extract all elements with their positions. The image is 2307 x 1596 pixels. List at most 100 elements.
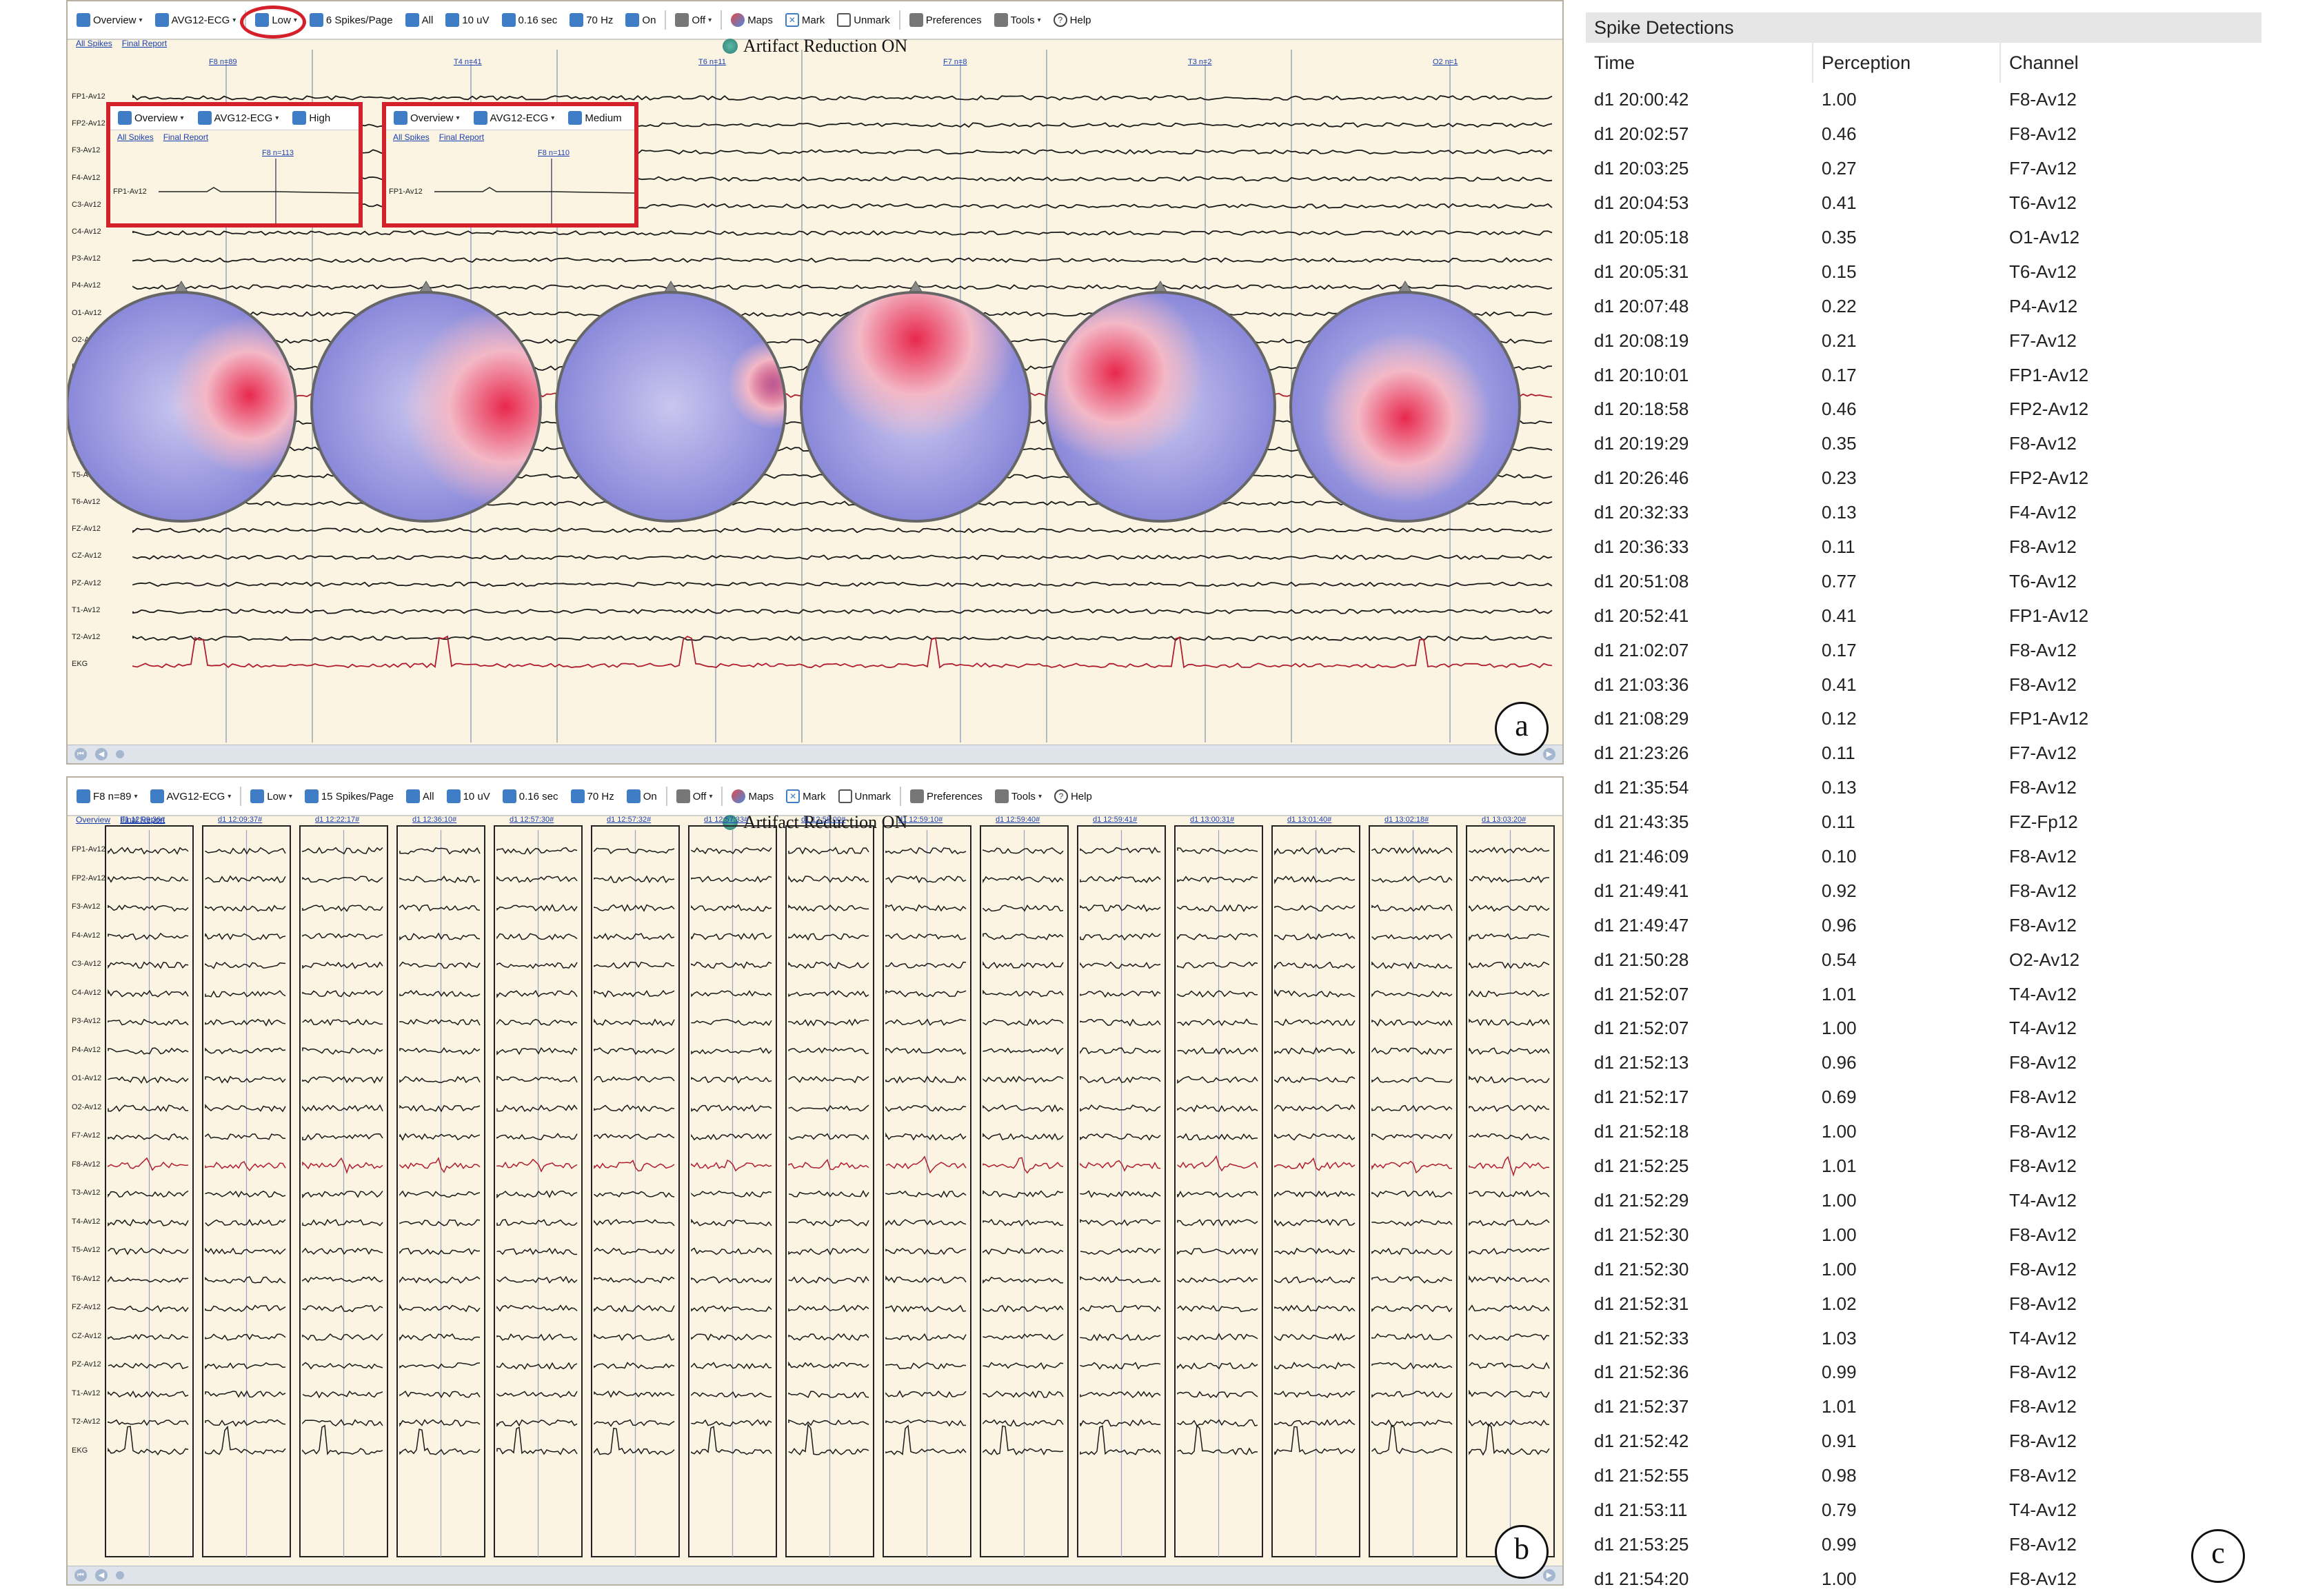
table-row[interactable]: d1 20:51:08 0.77 T6-Av12 xyxy=(1586,564,2261,598)
eeg-trace xyxy=(1469,1423,1550,1456)
eeg-trace xyxy=(885,1390,967,1398)
table-row[interactable]: d1 20:05:31 0.15 T6-Av12 xyxy=(1586,254,2261,289)
table-row[interactable]: d1 20:19:29 0.35 F8-Av12 xyxy=(1586,427,2261,461)
table-row[interactable]: d1 21:49:47 0.96 F8-Av12 xyxy=(1586,908,2261,942)
cell-channel: F8-Av12 xyxy=(2009,1293,2077,1314)
table-row[interactable]: d1 21:53:25 0.99 F8-Av12 xyxy=(1586,1527,2261,1562)
eeg-trace xyxy=(1469,1362,1550,1370)
table-row[interactable]: d1 21:08:29 0.12 FP1-Av12 xyxy=(1586,702,2261,736)
scroll-first-icon[interactable]: ⏮ xyxy=(74,1569,87,1582)
eeg-trace xyxy=(691,1133,772,1141)
table-row[interactable]: d1 21:52:37 1.01 F8-Av12 xyxy=(1586,1390,2261,1424)
table-row[interactable]: d1 20:03:25 0.27 F7-Av12 xyxy=(1586,152,2261,186)
head-map[interactable] xyxy=(310,281,542,523)
cell-perception: 1.00 xyxy=(1822,1568,1857,1589)
epoch-timestamp[interactable]: d1 12:59:10# xyxy=(898,816,943,824)
table-row[interactable]: d1 20:18:58 0.46 FP2-Av12 xyxy=(1586,392,2261,427)
table-row[interactable]: d1 21:23:26 0.11 F7-Av12 xyxy=(1586,736,2261,771)
column-header-time[interactable]: Time xyxy=(1586,43,1813,83)
epoch-timestamp[interactable]: d1 13:02:18# xyxy=(1384,816,1429,824)
table-row[interactable]: d1 21:52:31 1.02 F8-Av12 xyxy=(1586,1286,2261,1321)
table-row[interactable]: d1 21:53:11 0.79 T4-Av12 xyxy=(1586,1493,2261,1528)
scroll-first-icon[interactable]: ⏮ xyxy=(74,748,87,760)
table-row[interactable]: d1 21:52:33 1.03 T4-Av12 xyxy=(1586,1321,2261,1355)
table-row[interactable]: d1 21:52:42 0.91 F8-Av12 xyxy=(1586,1424,2261,1459)
horizontal-scrollbar[interactable]: ⏮ ◀ ▶ xyxy=(68,1566,1562,1584)
epoch-timestamp[interactable]: d1 12:22:17# xyxy=(315,816,359,824)
table-row[interactable]: d1 20:08:19 0.21 F7-Av12 xyxy=(1586,323,2261,358)
cell-time: d1 20:03:25 xyxy=(1594,158,1689,179)
head-map[interactable] xyxy=(68,281,297,523)
epoch-timestamp[interactable]: d1 13:00:31# xyxy=(1190,816,1234,824)
eeg-trace xyxy=(1371,1333,1453,1341)
epoch-timestamp[interactable]: d1 12:09:37# xyxy=(218,816,262,824)
head-map[interactable] xyxy=(1045,281,1276,523)
eeg-trace xyxy=(1080,1419,1161,1427)
epoch-timestamp[interactable]: d1 12:57:30# xyxy=(510,816,554,824)
table-row[interactable]: d1 21:52:07 1.00 T4-Av12 xyxy=(1586,1011,2261,1046)
epoch-timestamp[interactable]: d1 13:03:20# xyxy=(1482,816,1526,824)
scroll-thumb[interactable] xyxy=(116,1571,124,1579)
epoch-timestamp[interactable]: d1 12:57:32# xyxy=(607,816,651,824)
table-row[interactable]: d1 20:04:53 0.41 T6-Av12 xyxy=(1586,186,2261,221)
table-row[interactable]: d1 21:35:54 0.13 F8-Av12 xyxy=(1586,771,2261,805)
table-row[interactable]: d1 21:52:29 1.00 T4-Av12 xyxy=(1586,1184,2261,1218)
scroll-next-icon[interactable]: ▶ xyxy=(1543,1569,1555,1582)
table-row[interactable]: d1 20:02:57 0.46 F8-Av12 xyxy=(1586,117,2261,152)
scroll-next-icon[interactable]: ▶ xyxy=(1543,748,1555,760)
table-row[interactable]: d1 20:00:42 1.00 F8-Av12 xyxy=(1586,83,2261,117)
table-row[interactable]: d1 21:52:17 0.69 F8-Av12 xyxy=(1586,1080,2261,1115)
table-row[interactable]: d1 21:52:25 1.01 F8-Av12 xyxy=(1586,1149,2261,1184)
epoch-timestamp[interactable]: d1 12:09:36# xyxy=(121,816,165,824)
column-header-channel[interactable]: Channel xyxy=(2001,43,2208,83)
eeg-trace xyxy=(1177,1133,1258,1141)
column-header-perception[interactable]: Perception xyxy=(1813,43,2001,83)
cell-channel: F8-Av12 xyxy=(2009,1568,2077,1589)
epoch-timestamp[interactable]: d1 12:59:41# xyxy=(1093,816,1137,824)
table-row[interactable]: d1 20:05:18 0.35 O1-Av12 xyxy=(1586,221,2261,255)
table-row[interactable]: d1 21:46:09 0.10 F8-Av12 xyxy=(1586,840,2261,874)
eeg-trace xyxy=(302,1104,383,1112)
horizontal-scrollbar[interactable]: ⏮ ◀ ▶ xyxy=(68,745,1562,763)
table-row[interactable]: d1 20:32:33 0.13 F4-Av12 xyxy=(1586,496,2261,530)
table-row[interactable]: d1 21:03:36 0.41 F8-Av12 xyxy=(1586,667,2261,702)
table-row[interactable]: d1 21:52:30 1.00 F8-Av12 xyxy=(1586,1252,2261,1286)
table-row[interactable]: d1 21:52:30 1.00 F8-Av12 xyxy=(1586,1218,2261,1252)
scroll-thumb[interactable] xyxy=(116,750,124,758)
scroll-prev-icon[interactable]: ◀ xyxy=(95,1569,108,1582)
table-row[interactable]: d1 21:54:20 1.00 F8-Av12 xyxy=(1586,1562,2261,1596)
epoch-timestamp[interactable]: d1 12:36:10# xyxy=(412,816,456,824)
eeg-trace xyxy=(788,990,869,998)
head-map[interactable] xyxy=(555,281,787,523)
eeg-trace xyxy=(983,1157,1064,1174)
table-row[interactable]: d1 21:52:13 0.96 F8-Av12 xyxy=(1586,1046,2261,1080)
head-map[interactable] xyxy=(1289,281,1521,523)
table-row[interactable]: d1 20:07:48 0.22 P4-Av12 xyxy=(1586,289,2261,323)
table-row[interactable]: d1 21:52:36 0.99 F8-Av12 xyxy=(1586,1355,2261,1390)
epoch-timestamp[interactable]: d1 12:57:33# xyxy=(704,816,748,824)
table-row[interactable]: d1 21:50:28 0.54 O2-Av12 xyxy=(1586,942,2261,977)
table-row[interactable]: d1 21:02:07 0.17 F8-Av12 xyxy=(1586,633,2261,667)
table-row[interactable]: d1 21:52:55 0.98 F8-Av12 xyxy=(1586,1459,2261,1493)
scroll-prev-icon[interactable]: ◀ xyxy=(95,748,108,760)
eeg-trace xyxy=(788,875,869,883)
table-row[interactable]: d1 20:36:33 0.11 F8-Av12 xyxy=(1586,530,2261,565)
table-row[interactable]: d1 21:43:35 0.11 FZ-Fp12 xyxy=(1586,805,2261,840)
table-row[interactable]: d1 21:49:41 0.92 F8-Av12 xyxy=(1586,873,2261,908)
table-row[interactable]: d1 20:26:46 0.23 FP2-Av12 xyxy=(1586,461,2261,496)
table-row[interactable]: d1 20:10:01 0.17 FP1-Av12 xyxy=(1586,358,2261,392)
epoch-timestamp[interactable]: d1 13:01:40# xyxy=(1287,816,1331,824)
cell-perception: 1.01 xyxy=(1822,983,1857,1004)
cell-channel: F7-Av12 xyxy=(2009,158,2077,179)
table-row[interactable]: d1 21:52:07 1.01 T4-Av12 xyxy=(1586,977,2261,1011)
table-row[interactable]: d1 21:52:18 1.00 F8-Av12 xyxy=(1586,1115,2261,1149)
cell-time: d1 21:52:42 xyxy=(1594,1431,1689,1452)
epoch-timestamp[interactable]: d1 12:59:40# xyxy=(996,816,1040,824)
eeg-trace xyxy=(885,1155,967,1174)
epoch-timestamp[interactable]: d1 12:58:00# xyxy=(801,816,845,824)
cell-channel: T4-Av12 xyxy=(2009,1327,2077,1348)
eeg-trace xyxy=(1274,1304,1356,1312)
head-map[interactable] xyxy=(800,281,1031,523)
eeg-trace xyxy=(983,1419,1064,1427)
table-row[interactable]: d1 20:52:41 0.41 FP1-Av12 xyxy=(1586,598,2261,633)
